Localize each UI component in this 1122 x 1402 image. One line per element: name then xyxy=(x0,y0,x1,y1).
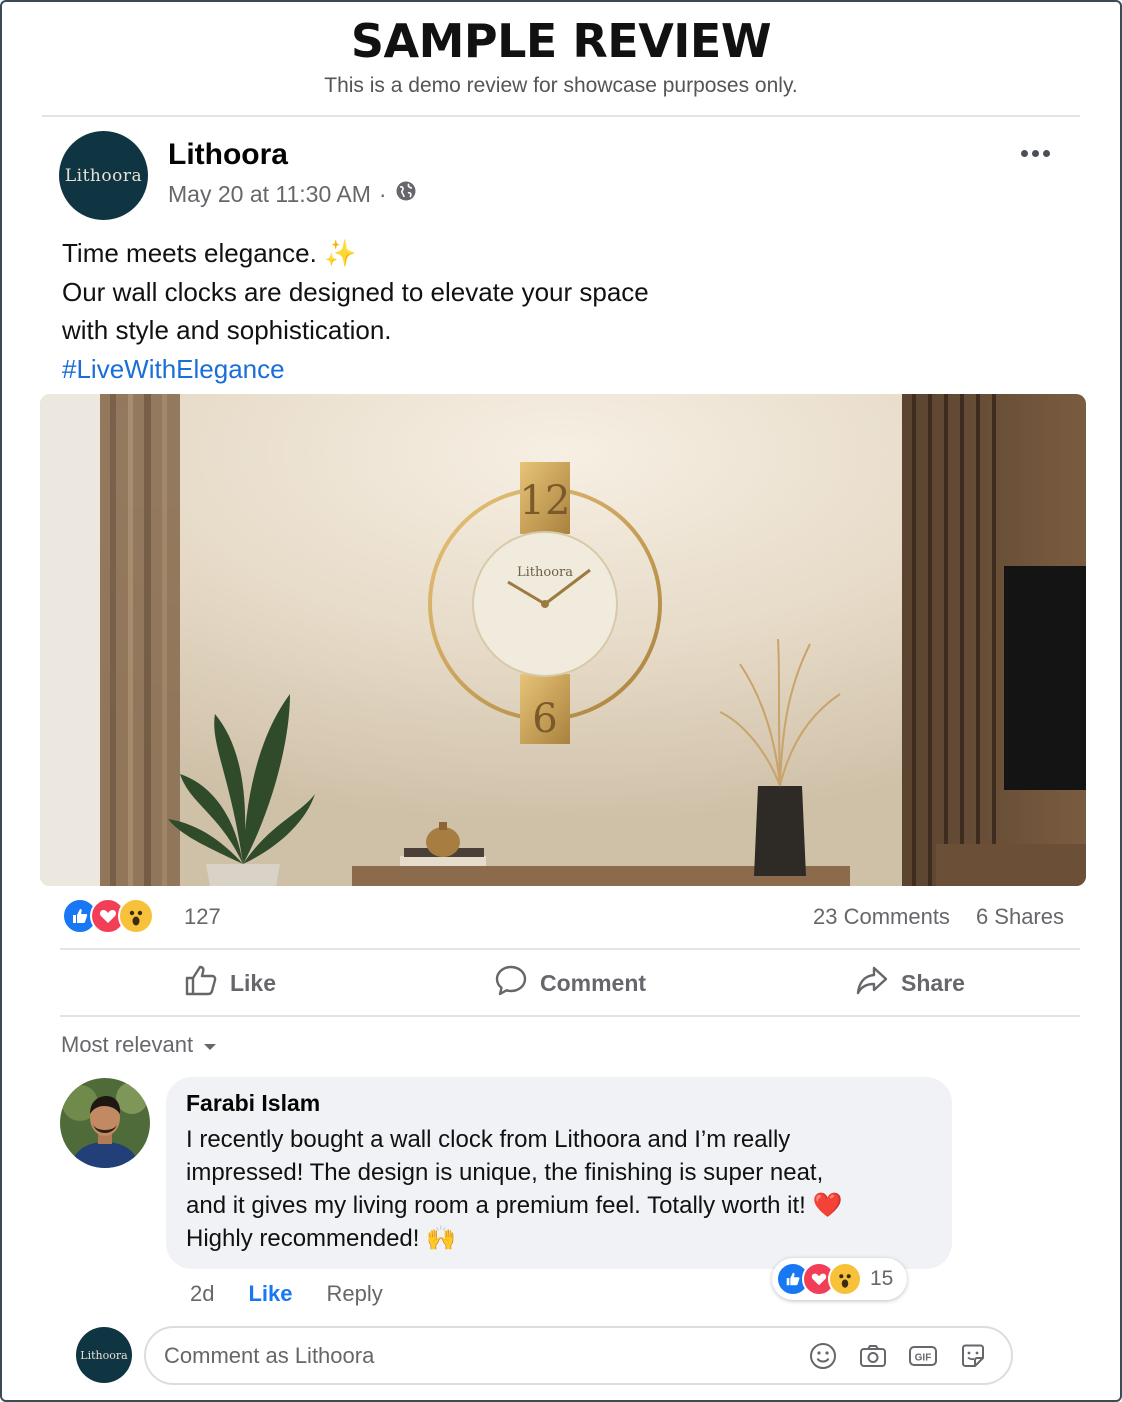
comment-composer: GIF xyxy=(144,1326,1013,1385)
wow-reaction-icon xyxy=(118,898,154,934)
comment-reaction-summary[interactable]: 15 xyxy=(772,1258,908,1300)
banner-subtitle: This is a demo review for showcase purpo… xyxy=(324,74,798,97)
sort-label: Most relevant xyxy=(61,1032,194,1057)
wow-reaction-icon xyxy=(828,1262,862,1296)
comment-input[interactable] xyxy=(164,1338,784,1374)
thumbs-up-icon xyxy=(184,964,218,1002)
like-label: Like xyxy=(229,969,277,996)
divider xyxy=(60,1015,1080,1017)
share-arrow-icon xyxy=(855,964,889,1002)
post-text: Time meets elegance. ✨ Our wall clocks a… xyxy=(62,234,649,388)
comment-actions: 2d Like Reply xyxy=(190,1281,383,1307)
comment-like-button[interactable]: Like xyxy=(248,1281,292,1307)
clock-brand: Lithoora xyxy=(517,565,573,580)
comment-bubble-icon xyxy=(494,964,528,1002)
post-meta: May 20 at 11:30 AM · xyxy=(168,180,417,208)
clock-numeral-12: 12 xyxy=(520,478,571,524)
emoji-icon[interactable] xyxy=(807,1340,839,1372)
reaction-summary[interactable] xyxy=(62,898,154,934)
comment-text: I recently bought a wall clock from Lith… xyxy=(186,1123,842,1255)
clock-numeral-6: 6 xyxy=(532,696,557,742)
comment-reaction-count: 15 xyxy=(870,1267,894,1290)
more-horizontal-icon xyxy=(1020,149,1028,157)
share-button[interactable]: Share xyxy=(740,950,1080,1016)
hashtag-link[interactable]: #LiveWithElegance xyxy=(62,350,649,389)
comment-button[interactable]: Comment xyxy=(400,950,740,1016)
post-text-line: Our wall clocks are designed to elevate … xyxy=(62,276,649,307)
comment-label: Comment xyxy=(539,969,647,996)
comment-line: and it gives my living room a premium fe… xyxy=(186,1192,843,1219)
share-label: Share xyxy=(901,969,965,996)
comment-line: impressed! The design is unique, the fin… xyxy=(186,1159,824,1186)
page-avatar[interactable]: Lithoora xyxy=(59,131,148,220)
camera-icon[interactable] xyxy=(857,1340,889,1372)
divider xyxy=(42,115,1080,117)
gif-icon[interactable]: GIF xyxy=(907,1340,939,1372)
banner-title: SAMPLE REVIEW xyxy=(350,14,772,68)
post-stats: 23 Comments 6 Shares xyxy=(813,904,1064,930)
comment-age[interactable]: 2d xyxy=(190,1281,214,1307)
comments-count[interactable]: 23 Comments xyxy=(813,904,950,930)
more-options-button[interactable] xyxy=(1012,140,1058,166)
composer-tools: GIF xyxy=(807,1340,989,1372)
like-button[interactable]: Like xyxy=(60,950,400,1016)
post-action-bar: Like Comment Share xyxy=(60,950,1080,1016)
comment-reply-button[interactable]: Reply xyxy=(327,1281,383,1307)
caret-down-icon xyxy=(203,1032,217,1058)
shares-count[interactable]: 6 Shares xyxy=(976,904,1064,930)
meta-separator: · xyxy=(378,180,387,207)
comment-line: I recently bought a wall clock from Lith… xyxy=(186,1126,791,1153)
comment-line: Highly recommended! 🙌 xyxy=(186,1225,456,1252)
comment-sort-dropdown[interactable]: Most relevant xyxy=(61,1032,217,1058)
reaction-count[interactable]: 127 xyxy=(184,904,221,930)
commenter-avatar[interactable] xyxy=(60,1078,150,1168)
sticker-icon[interactable] xyxy=(957,1340,989,1372)
post-image[interactable]: 12 6 Lithoora xyxy=(40,394,1086,886)
post-timestamp[interactable]: May 20 at 11:30 AM xyxy=(168,181,371,208)
commenter-name[interactable]: Farabi Islam xyxy=(186,1090,320,1117)
page-name[interactable]: Lithoora xyxy=(168,138,288,172)
post-text-line: with style and sophistication. xyxy=(62,315,392,345)
svg-text:GIF: GIF xyxy=(915,1353,932,1364)
post-text-line: Time meets elegance. ✨ xyxy=(62,238,357,268)
globe-icon xyxy=(395,180,417,208)
composer-avatar: Lithoora xyxy=(76,1327,132,1383)
